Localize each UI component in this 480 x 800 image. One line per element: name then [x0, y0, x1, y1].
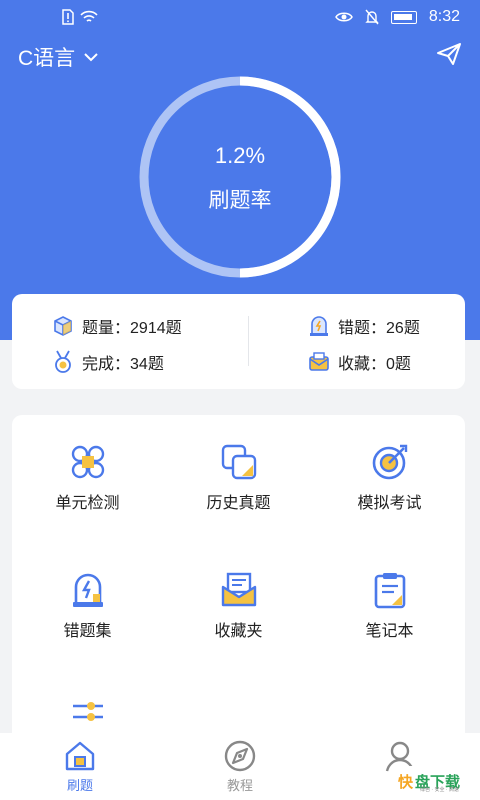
tile-past-exams[interactable]: 历史真题: [163, 443, 314, 513]
wifi-icon: [80, 10, 98, 22]
stat-favorites-label: 收藏：: [338, 356, 387, 373]
wrong-set-icon: [72, 573, 103, 607]
cube-icon: [54, 316, 72, 336]
mute-icon: [365, 9, 379, 25]
watermark-subtext: 绿色 · 安全 · 高速: [420, 787, 459, 793]
medal-icon: [55, 350, 71, 373]
progress-percent: 1.2%: [214, 143, 266, 168]
send-button[interactable]: [436, 42, 462, 71]
tab-tutorial[interactable]: 教程: [160, 739, 320, 794]
stat-question-count[interactable]: 题量： 2914题: [52, 314, 182, 338]
tile-wrong-set[interactable]: 错题集: [12, 571, 163, 641]
home-icon: [65, 741, 95, 771]
unit-test-icon: [71, 445, 104, 479]
paper-plane-icon: [437, 43, 461, 65]
status-left-icons: [62, 9, 98, 25]
progress-ring-bright-arc: [239, 76, 341, 278]
stat-favorites[interactable]: 收藏： 0题: [308, 350, 411, 374]
tile-notebook[interactable]: 笔记本: [314, 571, 465, 641]
stat-question-count-label: 题量：: [82, 320, 131, 337]
eye-icon: [334, 12, 353, 22]
past-exams-icon: [221, 444, 256, 480]
favorites-folder-icon: [221, 572, 256, 607]
target-icon: [372, 444, 407, 480]
stat-question-count-value: 2914题: [130, 320, 182, 337]
tab-practice[interactable]: 刷题: [0, 739, 160, 794]
tile-notebook-label: 笔记本: [365, 623, 414, 640]
status-right-icons: 8:32: [334, 8, 460, 26]
tile-more[interactable]: [12, 699, 163, 733]
tile-past-exams-label: 历史真题: [206, 495, 271, 512]
sim-alert-icon: [62, 9, 74, 25]
clipboard-icon: [374, 573, 405, 609]
status-bar: 8:32: [0, 0, 480, 34]
course-selector[interactable]: C语言: [18, 42, 99, 72]
stat-wrong-value: 26题: [386, 320, 420, 337]
tile-favorites-label: 收藏夹: [214, 623, 263, 640]
tile-favorites[interactable]: 收藏夹: [163, 571, 314, 641]
stats-divider: [248, 316, 249, 366]
stat-wrong[interactable]: 错题： 26题: [308, 314, 420, 338]
battery-icon: [390, 10, 417, 24]
favorites-envelope-icon: [309, 352, 329, 371]
progress-ring: [139, 76, 341, 278]
compass-icon: [224, 740, 256, 772]
watermark-brand: 快: [398, 773, 414, 791]
feature-grid: 单元检测 历史真题 模拟考试 错题集 收藏夹 笔记本: [12, 415, 465, 733]
stat-completed-value: 34题: [130, 356, 164, 373]
chevron-down-icon: [84, 53, 98, 62]
tile-mock-exam-label: 模拟考试: [357, 495, 422, 512]
stats-card: 题量： 2914题 完成： 34题 错题： 26题 收藏： 0题: [12, 294, 465, 389]
tile-unit-test[interactable]: 单元检测: [12, 443, 163, 513]
wrong-questions-icon: [310, 316, 328, 336]
tile-wrong-set-label: 错题集: [63, 623, 112, 640]
stat-wrong-label: 错题：: [338, 320, 387, 337]
watermark-badge: 快 盘下载 绿色 · 安全 · 高速: [394, 766, 476, 796]
course-name: C语言: [18, 47, 76, 70]
tile-unit-test-label: 单元检测: [55, 495, 120, 512]
status-time: 8:32: [428, 8, 460, 25]
stat-completed[interactable]: 完成： 34题: [52, 350, 164, 374]
tile-mock-exam[interactable]: 模拟考试: [314, 443, 465, 513]
settings-sliders-icon: [72, 702, 103, 721]
tab-tutorial-label: 教程: [226, 778, 253, 793]
tab-practice-label: 刷题: [66, 778, 93, 793]
stat-favorites-value: 0题: [386, 356, 411, 373]
progress-label: 刷题率: [208, 189, 272, 212]
stat-completed-label: 完成：: [82, 356, 131, 373]
